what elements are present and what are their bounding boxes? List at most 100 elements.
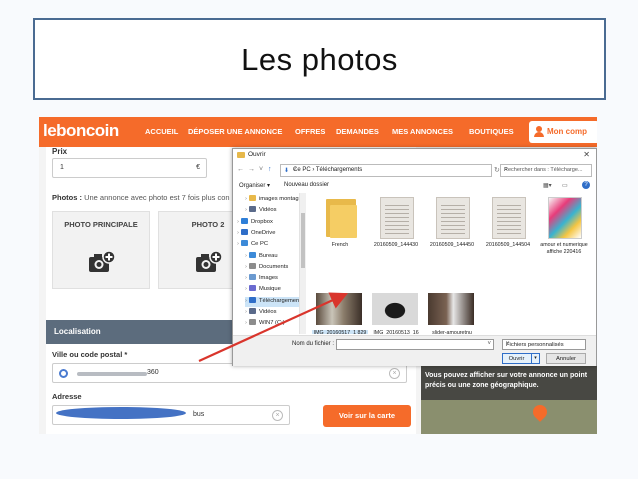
tree-item[interactable]: › Vidéos <box>245 308 281 318</box>
city-label: Ville ou code postal * <box>52 350 128 359</box>
tree-item[interactable]: › OneDrive <box>237 228 279 239</box>
view-on-map-label: Voir sur la carte <box>338 411 396 420</box>
file-name: 20160509_144450 <box>429 242 475 248</box>
tree-item[interactable]: › Téléchargement <box>245 296 299 307</box>
cancel-button[interactable]: Annuler <box>546 353 586 364</box>
folder-app-icon <box>237 152 245 158</box>
clear-city-icon[interactable]: × <box>389 368 400 379</box>
filename-dropdown-icon[interactable]: ˅ <box>487 341 491 347</box>
file-item[interactable]: French <box>312 197 368 263</box>
add-photo-camera-icon <box>88 249 116 275</box>
file-item[interactable]: 20160509_144450 <box>424 197 480 263</box>
file-item[interactable]: IMG_20160517_1 829 <box>312 285 368 334</box>
file-name: amour et numerique affiche 220416 <box>540 242 588 255</box>
tree-item[interactable]: › WIN7 (C:) <box>245 319 289 329</box>
tree-expand-chevron-icon[interactable]: › <box>245 196 247 202</box>
filename-label: Nom du fichier : <box>292 341 335 347</box>
map-hint-overlay: Vous pouvez afficher sur votre annonce u… <box>421 365 597 400</box>
tree-item-label: Vidéos <box>258 309 277 315</box>
organize-menu[interactable]: Organiser ▾ <box>239 182 270 189</box>
document-photo-thumbnail <box>436 197 470 239</box>
up-arrow-icon[interactable]: ↑ <box>268 166 272 173</box>
back-arrow-icon[interactable]: ← <box>237 166 244 173</box>
nav-deposer[interactable]: DÉPOSER UNE ANNONCE <box>188 127 282 136</box>
folder-icon <box>248 195 256 201</box>
nav-boutiques[interactable]: BOUTIQUES <box>469 127 514 136</box>
file-item[interactable]: slider-amouretnu merique <box>424 285 480 334</box>
tree-expand-chevron-icon[interactable]: › <box>245 286 247 292</box>
geolocate-icon[interactable] <box>59 369 68 378</box>
tree-item[interactable]: › Images <box>245 274 282 284</box>
file-name: French <box>331 242 349 248</box>
tree-expand-chevron-icon[interactable]: › <box>245 298 247 304</box>
city-input[interactable]: 360 × <box>52 363 407 383</box>
search-icon: ⌕ <box>504 166 508 173</box>
tree-expand-chevron-icon[interactable]: › <box>237 241 239 247</box>
help-icon[interactable]: ? <box>582 181 590 189</box>
dialog-search-input[interactable]: Rechercher dans : Télécharge... ⌕ <box>500 164 592 177</box>
dialog-titlebar: Ouvrir ✕ <box>233 149 596 162</box>
recent-chevron-icon[interactable]: ˅ <box>259 166 263 173</box>
redaction-ellipse <box>56 407 186 419</box>
tree-expand-chevron-icon[interactable]: › <box>245 207 247 213</box>
file-item[interactable]: 20160509_144430 <box>368 197 424 263</box>
clear-address-icon[interactable]: × <box>272 410 283 421</box>
filetype-select[interactable]: Fichiers personnalisés ˅ <box>502 339 586 350</box>
redacted-city <box>77 372 147 376</box>
map-preview[interactable]: Vous pouvez afficher sur votre annonce u… <box>421 365 597 434</box>
tree-expand-chevron-icon[interactable]: › <box>245 320 247 326</box>
tree-expand-chevron-icon[interactable]: › <box>237 230 239 236</box>
file-item[interactable]: 20160509_144504 <box>480 197 536 263</box>
refresh-icon[interactable]: ↻ <box>494 166 500 174</box>
open-button-label: Ouvrir <box>508 356 525 362</box>
nav-offres[interactable]: OFFRES <box>295 127 325 136</box>
file-item[interactable]: amour et numerique affiche 220416 <box>536 197 592 263</box>
folder-icon <box>248 262 256 269</box>
view-on-map-button[interactable]: Voir sur la carte <box>323 405 411 427</box>
tree-item[interactable]: › Musique <box>245 285 285 295</box>
dialog-close-icon[interactable]: ✕ <box>583 150 590 159</box>
filename-input[interactable]: ˅ <box>336 339 494 350</box>
photo-card-main[interactable]: PHOTO PRINCIPALE <box>52 211 150 289</box>
site-header: leboncoin ACCUEIL DÉPOSER UNE ANNONCE OF… <box>39 117 597 147</box>
new-folder-button[interactable]: Nouveau dossier <box>284 182 329 188</box>
tree-item[interactable]: › Ce PC <box>237 240 272 250</box>
tree-expand-chevron-icon[interactable]: › <box>245 275 247 281</box>
price-input[interactable]: 1 € <box>52 158 207 178</box>
open-button[interactable]: Ouvrir ▾ <box>502 353 540 364</box>
location-title: Localisation <box>54 327 101 336</box>
tree-item[interactable]: › images montagr <box>245 195 299 205</box>
nav-mes-annonces[interactable]: MES ANNONCES <box>392 127 453 136</box>
account-button[interactable]: Mon comp <box>529 121 597 143</box>
preview-pane-icon[interactable]: ▭ <box>562 182 568 189</box>
tree-item[interactable]: › Bureau <box>245 251 282 262</box>
file-item[interactable]: IMG_20160513_16 1745930_HDR <box>368 285 424 334</box>
folder-icon <box>248 251 256 258</box>
tree-expand-chevron-icon[interactable]: › <box>245 264 247 270</box>
navigation-tree: › images montagr › Vidéos › Dropbox › OneDrive ›… <box>233 193 300 334</box>
site-logo[interactable]: leboncoin <box>43 121 119 141</box>
folder-icon <box>248 274 256 281</box>
tree-item[interactable]: › Vidéos <box>245 206 281 216</box>
tree-item-label: Vidéos <box>258 207 277 214</box>
tree-item[interactable]: › Dropbox <box>237 217 277 228</box>
open-dropdown-icon[interactable]: ▾ <box>531 354 539 363</box>
price-value: 1 <box>60 164 64 171</box>
address-bar[interactable]: ⬇ Ce PC › Téléchargements ˅ <box>280 164 492 177</box>
nav-accueil[interactable]: ACCUEIL <box>145 127 178 136</box>
currency-symbol: € <box>196 164 200 171</box>
forward-arrow-icon[interactable]: → <box>248 166 255 173</box>
address-dropdown-icon[interactable]: ˅ <box>293 167 488 173</box>
tree-item-label: WIN7 (C:) <box>258 320 285 327</box>
document-photo-thumbnail <box>380 197 414 239</box>
tree-scrollbar-thumb[interactable] <box>301 213 305 268</box>
tree-expand-chevron-icon[interactable]: › <box>237 219 239 225</box>
tree-expand-chevron-icon[interactable]: › <box>245 309 247 315</box>
tree-expand-chevron-icon[interactable]: › <box>245 253 247 259</box>
folder-icon <box>240 240 248 247</box>
slide-title: Les photos <box>241 42 398 77</box>
tree-scrollbar[interactable] <box>300 193 306 334</box>
nav-demandes[interactable]: DEMANDES <box>336 127 379 136</box>
tree-item[interactable]: › Documents <box>245 262 292 273</box>
view-options-icon[interactable]: ▦▾ <box>543 182 552 189</box>
